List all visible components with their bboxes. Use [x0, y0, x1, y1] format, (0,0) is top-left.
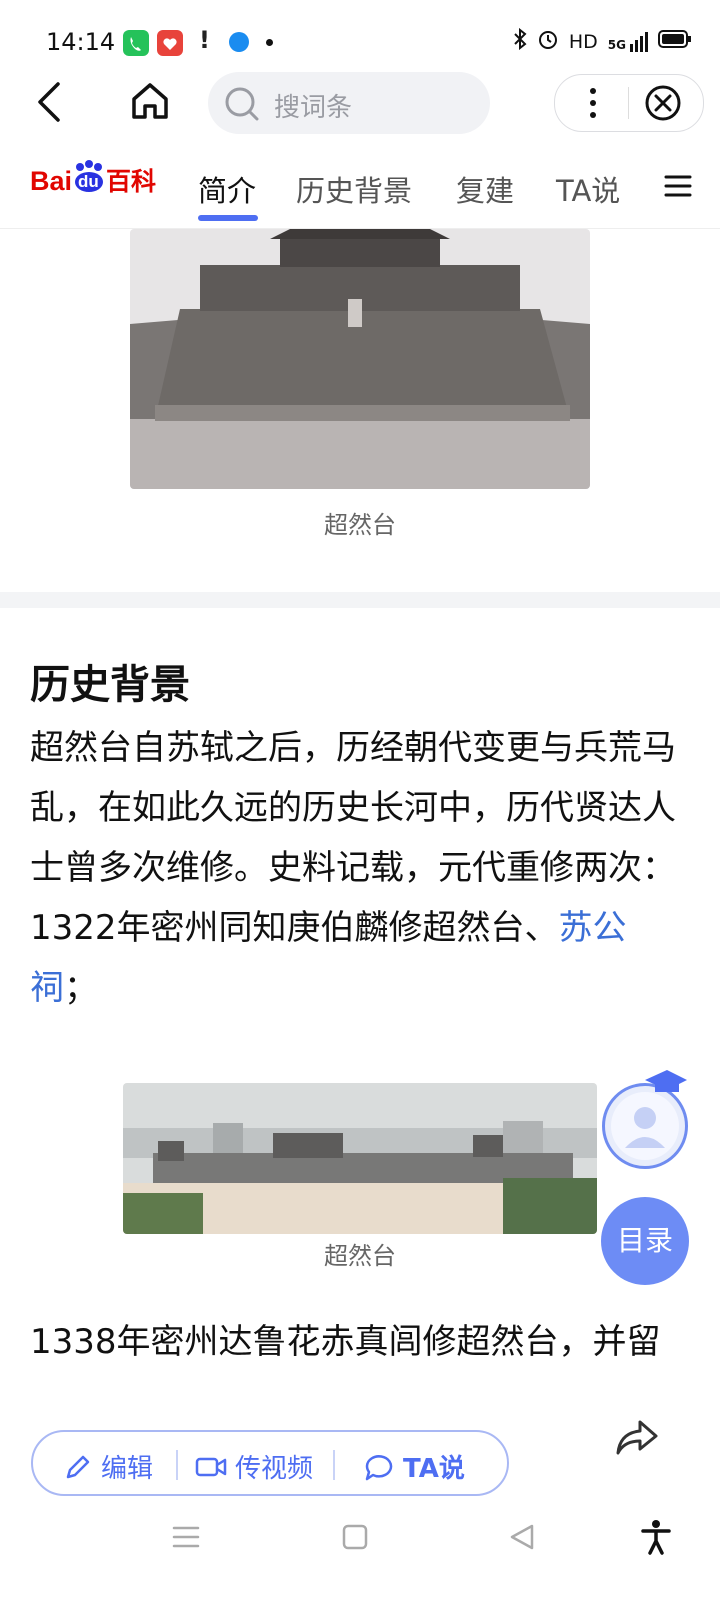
graduation-cap-icon: [645, 1070, 687, 1092]
phone-app-icon: [123, 30, 149, 56]
tab-ta-says[interactable]: TA说: [556, 168, 620, 210]
pencil-icon: [66, 1455, 90, 1478]
bluetooth-icon: [513, 27, 527, 55]
alarm-icon: [537, 28, 559, 55]
edit-label: 编辑: [101, 1454, 154, 1484]
more-notifications-icon: [266, 39, 273, 46]
alert-icon: !: [199, 26, 210, 54]
recents-icon: [172, 1526, 200, 1548]
back-nav-button[interactable]: [508, 1523, 536, 1555]
pill-separator: [176, 1450, 178, 1480]
paragraph-1: 超然台自苏轼之后，历经朝代变更与兵荒马乱，在如此久远的历史长河中，历代贤达人士曾…: [30, 718, 690, 1018]
section-tabs: Bai du 百科 简介 历史背景 复建 TA说: [0, 148, 720, 229]
tab-rebuild[interactable]: 复建: [456, 168, 514, 210]
more-options-button[interactable]: [573, 83, 613, 123]
square-home-icon: [342, 1524, 368, 1550]
panorama-photo[interactable]: [123, 1083, 597, 1234]
city-wall-photo[interactable]: [130, 229, 590, 489]
logo-bai: Bai: [30, 166, 73, 196]
section-divider: [0, 592, 720, 608]
assistant-avatar-button[interactable]: [602, 1070, 688, 1169]
home-button[interactable]: [131, 81, 169, 125]
health-app-icon: [157, 30, 183, 56]
more-vertical-icon: [590, 88, 596, 118]
share-button[interactable]: [614, 1417, 660, 1461]
search-icon: [225, 87, 259, 121]
table-of-contents-button[interactable]: 目录: [601, 1197, 689, 1285]
tab-intro[interactable]: 简介: [198, 168, 256, 210]
action-pill: 编辑 传视频 TA说: [31, 1430, 509, 1496]
status-time: 14:14: [46, 28, 116, 56]
close-circle-icon: [645, 85, 681, 121]
status-right: HD 5G: [513, 27, 692, 55]
accessibility-button[interactable]: [640, 1519, 672, 1559]
system-navigation-bar: [0, 1513, 720, 1600]
chat-bubble-icon: [365, 1454, 393, 1480]
section-title: 历史背景: [30, 662, 190, 708]
ta-says-button[interactable]: TA说: [363, 1448, 465, 1485]
triangle-back-icon: [510, 1524, 534, 1550]
home-icon: [132, 83, 168, 119]
tabs-menu-button[interactable]: [664, 174, 692, 202]
ta-label: TA说: [403, 1454, 465, 1484]
video-camera-icon: [195, 1457, 227, 1476]
hd-label: HD: [568, 30, 598, 53]
paragraph-1-end: ；: [64, 968, 98, 1008]
baidu-baike-logo[interactable]: Bai du 百科: [30, 160, 157, 198]
pill-separator: [333, 1450, 335, 1480]
recent-apps-button[interactable]: [172, 1525, 200, 1553]
video-label: 传视频: [235, 1454, 314, 1484]
logo-du: du: [78, 172, 99, 191]
photo-caption-1: 超然台: [324, 511, 396, 539]
search-input[interactable]: 搜词条: [208, 72, 490, 134]
browser-app-icon: [229, 32, 249, 52]
edit-button[interactable]: 编辑: [63, 1448, 153, 1485]
scholar-avatar-icon: [611, 1092, 679, 1160]
city-wall-illustration: [130, 229, 590, 489]
panorama-illustration: [123, 1083, 597, 1234]
tab-history[interactable]: 历史背景: [296, 168, 412, 210]
mini-program-capsule: [554, 74, 704, 132]
active-tab-indicator: [198, 215, 258, 221]
network-type: 5G: [607, 37, 626, 52]
paragraph-2: 1338年密州达鲁花赤真闾修超然台，并留: [30, 1322, 661, 1362]
share-arrow-icon: [616, 1420, 658, 1455]
back-button[interactable]: [32, 82, 68, 126]
close-button[interactable]: [643, 83, 683, 123]
paw-icon: du: [72, 160, 106, 194]
upload-video-button[interactable]: 传视频: [195, 1448, 313, 1485]
signal-icon: 5G: [607, 31, 648, 52]
menu-icon: [664, 175, 692, 197]
capsule-divider: [628, 87, 629, 119]
search-placeholder: 搜词条: [274, 93, 353, 123]
back-arrow-icon: [38, 82, 60, 122]
logo-baike: 百科: [106, 168, 157, 196]
accessibility-icon: [641, 1520, 671, 1555]
home-nav-button[interactable]: [342, 1524, 368, 1554]
battery-icon: [658, 29, 692, 54]
